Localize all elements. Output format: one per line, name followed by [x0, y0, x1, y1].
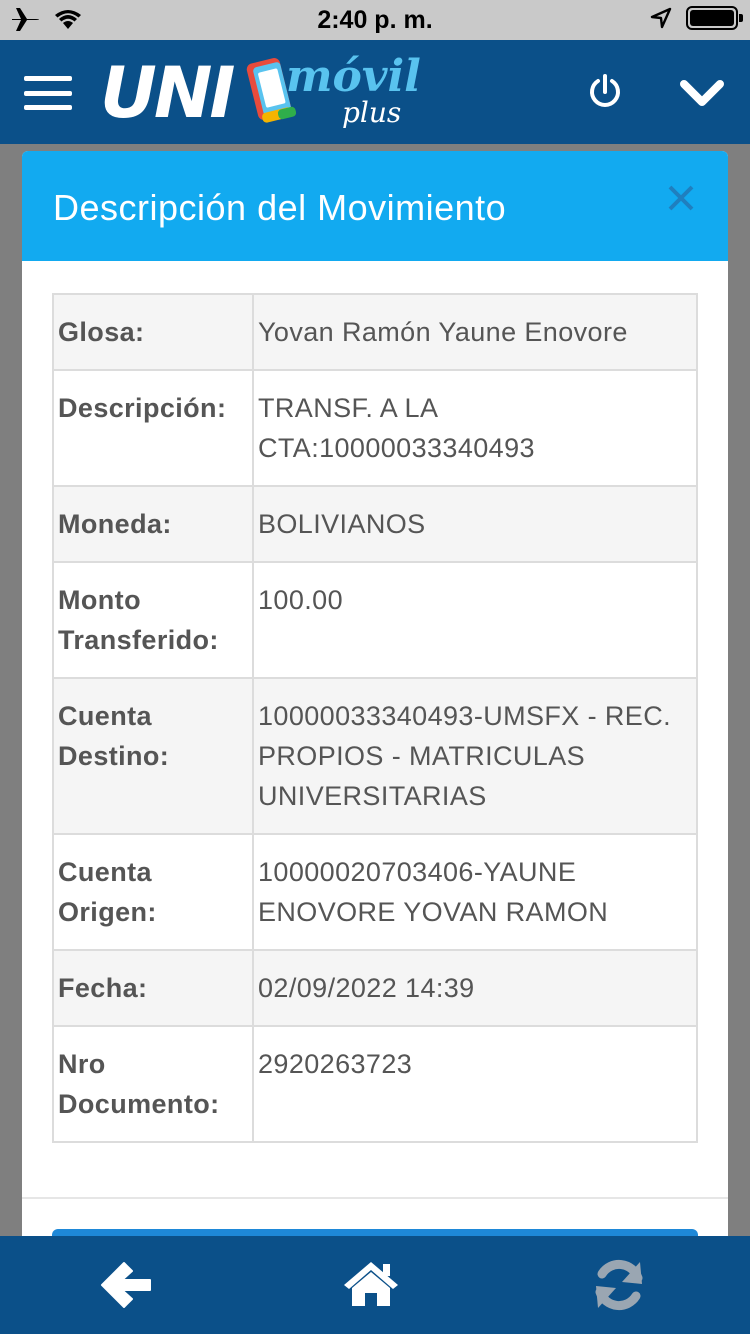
row-label-nro-documento: Nro Documento: — [52, 1025, 254, 1143]
row-value-moneda: BOLIVIANOS — [252, 485, 698, 563]
power-icon[interactable] — [585, 72, 625, 112]
close-icon[interactable] — [666, 183, 696, 213]
row-value-nro-documento: 2920263723 — [252, 1025, 698, 1143]
table-row: Cuenta Destino: 10000033340493-UMSFX - R… — [52, 677, 698, 835]
modal-footer-divider — [22, 1197, 728, 1199]
movement-detail-modal: Descripción del Movimiento Glosa: Yovan … — [22, 151, 728, 1334]
back-arrow-icon[interactable] — [98, 1258, 154, 1312]
row-label-cuenta-destino: Cuenta Destino: — [52, 677, 254, 835]
table-row: Fecha: 02/09/2022 14:39 — [52, 949, 698, 1027]
table-row: Monto Transferido: 100.00 — [52, 561, 698, 679]
movement-details-table: Glosa: Yovan Ramón Yaune Enovore Descrip… — [52, 293, 698, 1143]
home-icon[interactable] — [342, 1258, 400, 1308]
row-label-monto: Monto Transferido: — [52, 561, 254, 679]
table-row: Descripción: TRANSF. A LA CTA:1000003334… — [52, 369, 698, 487]
row-label-moneda: Moneda: — [52, 485, 254, 563]
row-value-cuenta-origen: 10000020703406-YAUNE ENOVORE YOVAN RAMON — [252, 833, 698, 951]
status-time: 2:40 p. m. — [317, 6, 433, 34]
table-row: Cuenta Origen: 10000020703406-YAUNE ENOV… — [52, 833, 698, 951]
modal-title: Descripción del Movimiento — [53, 187, 507, 228]
row-label-glosa: Glosa: — [52, 293, 254, 371]
location-arrow-icon — [650, 7, 672, 29]
row-label-descripcion: Descripción: — [52, 369, 254, 487]
modal-header: Descripción del Movimiento — [22, 151, 728, 261]
row-label-cuenta-origen: Cuenta Origen: — [52, 833, 254, 951]
status-bar: 2:40 p. m. — [0, 0, 750, 40]
refresh-icon[interactable] — [592, 1258, 646, 1312]
table-row: Nro Documento: 2920263723 — [52, 1025, 698, 1143]
app-header: UNI móvil plus — [0, 40, 750, 144]
menu-icon[interactable] — [24, 76, 72, 110]
logo-movil-text: móvil — [286, 51, 421, 102]
row-value-descripcion: TRANSF. A LA CTA:10000033340493 — [252, 369, 698, 487]
row-value-monto: 100.00 — [252, 561, 698, 679]
row-value-glosa: Yovan Ramón Yaune Enovore — [252, 293, 698, 371]
row-label-fecha: Fecha: — [52, 949, 254, 1027]
logo-plus-text: plus — [342, 96, 402, 129]
logo: UNI móvil plus — [100, 50, 421, 138]
row-value-cuenta-destino: 10000033340493-UMSFX - REC. PROPIOS - MA… — [252, 677, 698, 835]
table-row: Glosa: Yovan Ramón Yaune Enovore — [52, 293, 698, 371]
battery-icon — [686, 6, 743, 30]
table-row: Moneda: BOLIVIANOS — [52, 485, 698, 563]
logo-uni-text: UNI — [100, 52, 235, 134]
bottom-nav — [0, 1236, 750, 1334]
row-value-fecha: 02/09/2022 14:39 — [252, 949, 698, 1027]
chevron-down-icon[interactable] — [678, 72, 726, 112]
